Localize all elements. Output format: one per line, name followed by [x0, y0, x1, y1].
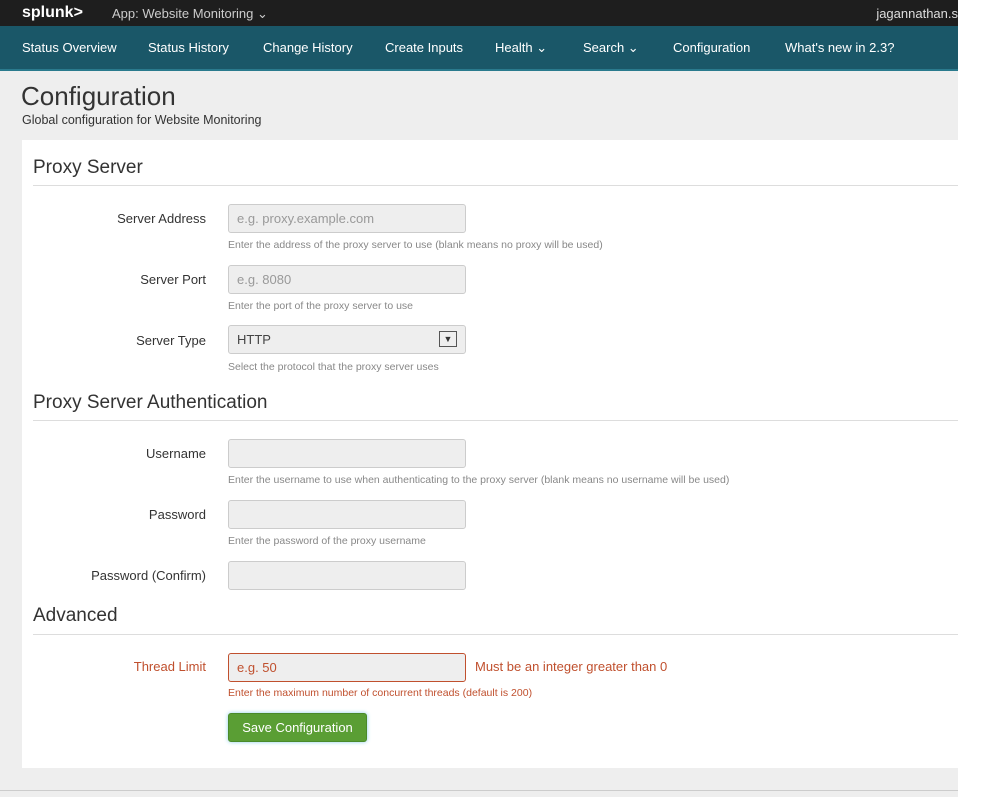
server-type-select[interactable]: HTTP ▼ — [228, 325, 466, 354]
nav-whats-new[interactable]: What's new in 2.3? — [785, 40, 894, 55]
divider — [33, 634, 958, 635]
config-panel: Proxy Server Server Address e.g. proxy.e… — [22, 140, 958, 768]
page: splunk> App: Website Monitoring ⌄ jagann… — [0, 0, 958, 797]
nav-search[interactable]: Search ⌄ — [583, 40, 639, 56]
splunk-logo[interactable]: splunk> — [22, 4, 83, 22]
page-title: Configuration — [21, 81, 176, 111]
server-port-label: Server Port — [140, 272, 206, 287]
section-advanced: Advanced — [33, 605, 118, 626]
thread-limit-input[interactable]: e.g. 50 — [228, 653, 466, 682]
page-subtitle: Global configuration for Website Monitor… — [22, 113, 262, 127]
nav-status-overview[interactable]: Status Overview — [22, 40, 117, 55]
username-help: Enter the username to use when authentic… — [228, 474, 730, 486]
section-proxy-server: Proxy Server — [33, 157, 143, 178]
password-confirm-label: Password (Confirm) — [91, 568, 206, 583]
password-confirm-input[interactable] — [228, 561, 466, 590]
server-address-help: Enter the address of the proxy server to… — [228, 239, 603, 251]
nav-create-inputs[interactable]: Create Inputs — [385, 40, 463, 55]
username-label: Username — [146, 446, 206, 461]
thread-limit-help: Enter the maximum number of concurrent t… — [228, 687, 533, 699]
nav-health[interactable]: Health ⌄ — [495, 40, 547, 56]
server-address-label: Server Address — [117, 211, 206, 226]
top-bar: splunk> App: Website Monitoring ⌄ jagann… — [0, 0, 958, 26]
nav-change-history[interactable]: Change History — [263, 40, 353, 55]
user-menu[interactable]: jagannathan.s — [876, 6, 958, 21]
app-nav: Status Overview Status History Change Hi… — [0, 26, 958, 71]
thread-limit-label: Thread Limit — [133, 659, 206, 674]
server-type-label: Server Type — [136, 333, 206, 348]
username-input[interactable] — [228, 439, 466, 468]
server-type-help: Select the protocol that the proxy serve… — [228, 361, 439, 373]
placeholder: e.g. 8080 — [237, 272, 292, 287]
save-configuration-button[interactable]: Save Configuration — [228, 713, 367, 742]
divider — [33, 420, 958, 421]
placeholder: e.g. proxy.example.com — [237, 211, 375, 226]
nav-configuration[interactable]: Configuration — [673, 40, 750, 55]
divider — [0, 790, 958, 791]
app-menu[interactable]: App: Website Monitoring ⌄ — [112, 6, 268, 22]
divider — [33, 185, 958, 186]
thread-limit-error: Must be an integer greater than 0 — [475, 659, 668, 674]
password-help: Enter the password of the proxy username — [228, 535, 426, 547]
nav-status-history[interactable]: Status History — [148, 40, 229, 55]
server-port-input[interactable]: e.g. 8080 — [228, 265, 466, 294]
selected-value: HTTP — [237, 332, 271, 347]
placeholder: e.g. 50 — [237, 660, 277, 675]
password-label: Password — [148, 507, 206, 522]
server-address-input[interactable]: e.g. proxy.example.com — [228, 204, 466, 233]
section-proxy-auth: Proxy Server Authentication — [33, 392, 268, 413]
chevron-down-icon[interactable]: ▼ — [439, 331, 457, 347]
server-port-help: Enter the port of the proxy server to us… — [228, 300, 414, 312]
password-input[interactable] — [228, 500, 466, 529]
